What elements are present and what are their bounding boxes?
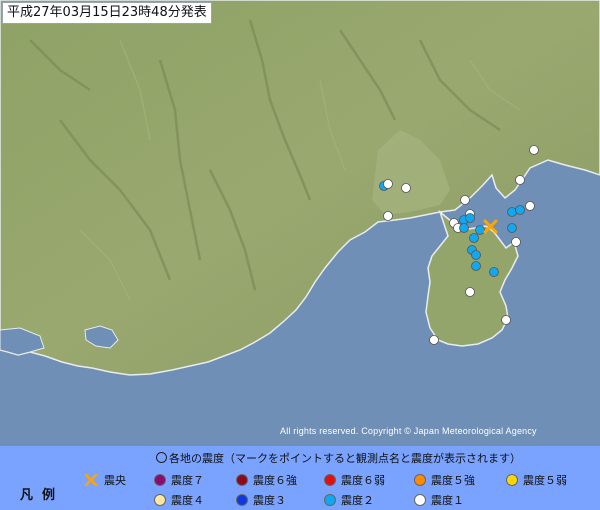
station-intensity-2[interactable] <box>471 261 481 271</box>
legend-epicenter: 震央 <box>84 472 126 488</box>
legend-item-1: 震度１ <box>414 492 464 508</box>
intensity-6plus-icon <box>236 474 248 486</box>
intensity-1-icon <box>414 494 426 506</box>
station-intensity-1[interactable] <box>401 183 411 193</box>
station-intensity-2[interactable] <box>471 250 481 260</box>
station-intensity-2[interactable] <box>459 223 469 233</box>
legend-label: 凡例 <box>20 488 65 503</box>
map-viewer: 平成27年03月15日23時48分発表 All rights reserved.… <box>0 0 600 510</box>
intensity-5minus-icon <box>506 474 518 486</box>
legend-item-3: 震度３ <box>236 492 286 508</box>
issue-timestamp: 平成27年03月15日23時48分発表 <box>2 2 212 24</box>
legend-epicenter-label: 震央 <box>104 474 126 487</box>
intensity-7-icon <box>154 474 166 486</box>
station-intensity-1[interactable] <box>515 175 525 185</box>
legend-item-label: 震度１ <box>431 494 464 507</box>
station-intensity-2[interactable] <box>489 267 499 277</box>
legend-item-5minus: 震度５弱 <box>506 472 567 488</box>
station-intensity-1[interactable] <box>383 179 393 189</box>
legend-item-label: 震度３ <box>253 494 286 507</box>
legend-item-label: 震度６弱 <box>341 474 385 487</box>
station-intensity-1[interactable] <box>511 237 521 247</box>
station-intensity-1[interactable] <box>525 201 535 211</box>
station-intensity-2[interactable] <box>507 223 517 233</box>
station-intensity-1[interactable] <box>429 335 439 345</box>
legend-item-2: 震度２ <box>324 492 374 508</box>
legend-item-5plus: 震度５強 <box>414 472 475 488</box>
station-intensity-2[interactable] <box>475 225 485 235</box>
legend-item-6minus: 震度６弱 <box>324 472 385 488</box>
legend-item-6plus: 震度６強 <box>236 472 297 488</box>
intensity-5plus-icon <box>414 474 426 486</box>
intensity-2-icon <box>324 494 336 506</box>
intensity-6minus-icon <box>324 474 336 486</box>
legend-item-label: 震度５強 <box>431 474 475 487</box>
station-intensity-2[interactable] <box>465 213 475 223</box>
copyright-notice: All rights reserved. Copyright © Japan M… <box>280 426 537 436</box>
intensity-4-icon <box>154 494 166 506</box>
terrain-map <box>0 0 600 446</box>
legend-item-label: 震度２ <box>341 494 374 507</box>
station-intensity-2[interactable] <box>469 233 479 243</box>
legend-panel: 各地の震度（マークをポイントすると観測点名と震度が表示されます） 凡例 震央 震… <box>0 446 600 510</box>
station-intensity-2[interactable] <box>507 207 517 217</box>
station-intensity-1[interactable] <box>383 211 393 221</box>
station-intensity-1[interactable] <box>460 195 470 205</box>
legend-item-label: 震度５弱 <box>523 474 567 487</box>
legend-title: 各地の震度（マークをポイントすると観測点名と震度が表示されます） <box>156 450 521 466</box>
legend-title-text: 各地の震度（マークをポイントすると観測点名と震度が表示されます） <box>169 452 521 465</box>
station-intensity-1[interactable] <box>501 315 511 325</box>
circle-icon <box>156 452 167 463</box>
intensity-3-icon <box>236 494 248 506</box>
station-intensity-1[interactable] <box>529 145 539 155</box>
station-intensity-1[interactable] <box>465 287 475 297</box>
legend-item-4: 震度４ <box>154 492 204 508</box>
legend-item-7: 震度７ <box>154 472 204 488</box>
epicenter-x-icon <box>84 473 98 487</box>
legend-item-label: 震度７ <box>171 474 204 487</box>
station-intensity-2[interactable] <box>515 205 525 215</box>
legend-item-label: 震度４ <box>171 494 204 507</box>
legend-item-label: 震度６強 <box>253 474 297 487</box>
